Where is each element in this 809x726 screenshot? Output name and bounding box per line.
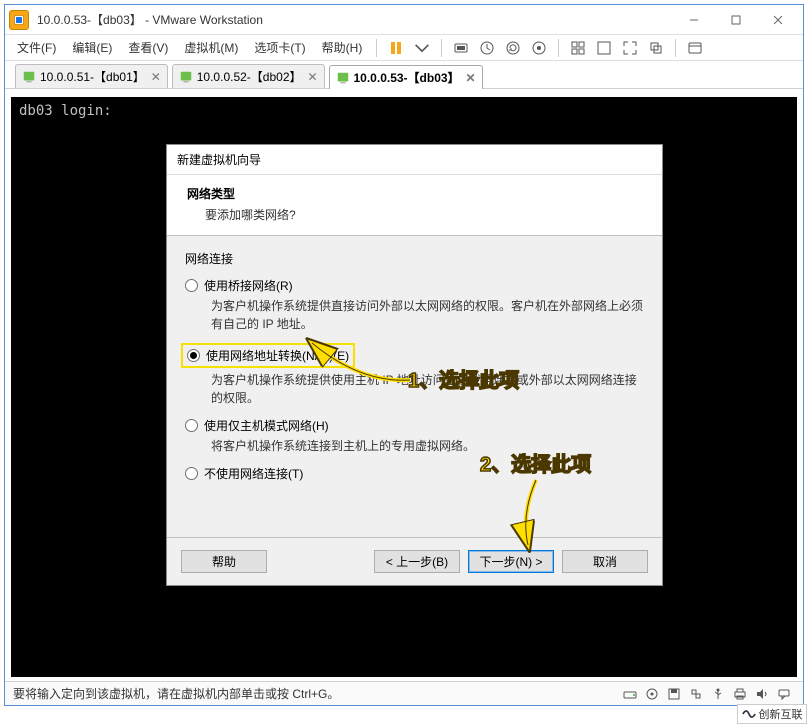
tab-db02[interactable]: 10.0.0.52-【db02】 ✕ [172,64,325,88]
tab-db01[interactable]: 10.0.0.51-【db01】 ✕ [15,64,168,88]
unity-icon[interactable] [645,37,667,59]
radio-icon [185,279,198,292]
snapshot-revert-icon[interactable] [502,37,524,59]
dialog-title: 新建虚拟机向导 [167,145,662,175]
snapshot-manager-icon[interactable] [528,37,550,59]
radio-label: 使用网络地址转换(NAT)(E) [206,347,349,364]
help-button[interactable]: 帮助 [181,550,267,573]
menu-vm[interactable]: 虚拟机(M) [176,36,246,59]
menu-help[interactable]: 帮助(H) [314,36,371,59]
radio-label: 不使用网络连接(T) [204,465,303,482]
snapshot-icon[interactable] [476,37,498,59]
dialog-header: 网络类型 要添加哪类网络? [167,175,662,236]
menu-tabs[interactable]: 选项卡(T) [246,36,313,59]
fullscreen-single-icon[interactable] [593,37,615,59]
dropdown-icon[interactable] [411,37,433,59]
watermark: 创新互联 [737,704,807,724]
radio-icon [187,349,200,362]
tab-close-icon[interactable]: ✕ [306,70,320,84]
statusbar-text: 要将输入定向到该虚拟机，请在虚拟机内部单击或按 Ctrl+G。 [13,685,339,702]
network-icon[interactable] [687,685,705,703]
window-title: 10.0.0.53-【db03】 - VMware Workstation [37,11,263,28]
tab-db03[interactable]: 10.0.0.53-【db03】 ✕ [329,65,483,89]
radio-icon [185,467,198,480]
pause-icon[interactable] [385,37,407,59]
vm-icon [336,71,350,85]
tab-label: 10.0.0.51-【db01】 [40,68,145,85]
tab-label: 10.0.0.53-【db03】 [354,69,460,86]
dialog-body: 网络连接 使用桥接网络(R) 为客户机操作系统提供直接访问外部以太网网络的权限。… [167,236,662,496]
radio-nat-desc: 为客户机操作系统提供使用主机 IP 地址访问主机拨号连接或外部以太网网络连接的权… [211,371,644,407]
watermark-text: 创新互联 [759,706,803,722]
dialog-footer: 帮助 < 上一步(B) 下一步(N) > 取消 [167,537,662,585]
vm-icon [22,70,36,84]
vm-icon [179,70,193,84]
tab-close-icon[interactable]: ✕ [464,71,478,85]
radio-bridged-desc: 为客户机操作系统提供直接访问外部以太网网络的权限。客户机在外部网络上必须有自己的… [211,297,644,333]
back-button[interactable]: < 上一步(B) [374,550,460,573]
tab-close-icon[interactable]: ✕ [149,70,163,84]
radio-bridged[interactable]: 使用桥接网络(R) [185,277,644,294]
minimize-button[interactable] [673,6,715,34]
tabbar: 10.0.0.51-【db01】 ✕ 10.0.0.52-【db02】 ✕ 10… [5,61,803,89]
console-line: db03 login: [19,103,789,119]
watermark-icon [742,707,756,721]
printer-icon[interactable] [731,685,749,703]
wizard-dialog: 新建虚拟机向导 网络类型 要添加哪类网络? 网络连接 使用桥接网络(R) 为客户… [166,144,663,586]
radio-nat[interactable]: 使用网络地址转换(NAT)(E) [185,343,644,368]
next-button[interactable]: 下一步(N) > [468,550,554,573]
message-icon[interactable] [775,685,793,703]
menu-file[interactable]: 文件(F) [9,36,64,59]
vmware-app-icon [9,10,29,30]
statusbar: 要将输入定向到该虚拟机，请在虚拟机内部单击或按 Ctrl+G。 [5,681,803,705]
menu-view[interactable]: 查看(V) [120,36,176,59]
radio-icon [185,419,198,432]
thumbnail-icon[interactable] [567,37,589,59]
send-ctrlaltdel-icon[interactable] [450,37,472,59]
usb-icon[interactable] [709,685,727,703]
titlebar: 10.0.0.53-【db03】 - VMware Workstation [5,5,803,35]
radio-label: 使用仅主机模式网络(H) [204,417,329,434]
cancel-button[interactable]: 取消 [562,550,648,573]
library-icon[interactable] [684,37,706,59]
radio-hostonly[interactable]: 使用仅主机模式网络(H) [185,417,644,434]
radio-none[interactable]: 不使用网络连接(T) [185,465,644,482]
maximize-button[interactable] [715,6,757,34]
radio-label: 使用桥接网络(R) [204,277,293,294]
fullscreen-icon[interactable] [619,37,641,59]
cd-icon[interactable] [643,685,661,703]
dialog-header-title: 网络类型 [187,185,642,202]
floppy-icon[interactable] [665,685,683,703]
radio-hostonly-desc: 将客户机操作系统连接到主机上的专用虚拟网络。 [211,437,644,455]
hdd-icon[interactable] [621,685,639,703]
dialog-header-sub: 要添加哪类网络? [205,206,642,223]
close-button[interactable] [757,6,799,34]
menu-edit[interactable]: 编辑(E) [64,36,120,59]
tab-label: 10.0.0.52-【db02】 [197,68,302,85]
group-label: 网络连接 [185,250,644,267]
sound-icon[interactable] [753,685,771,703]
menubar: 文件(F) 编辑(E) 查看(V) 虚拟机(M) 选项卡(T) 帮助(H) [5,35,803,61]
